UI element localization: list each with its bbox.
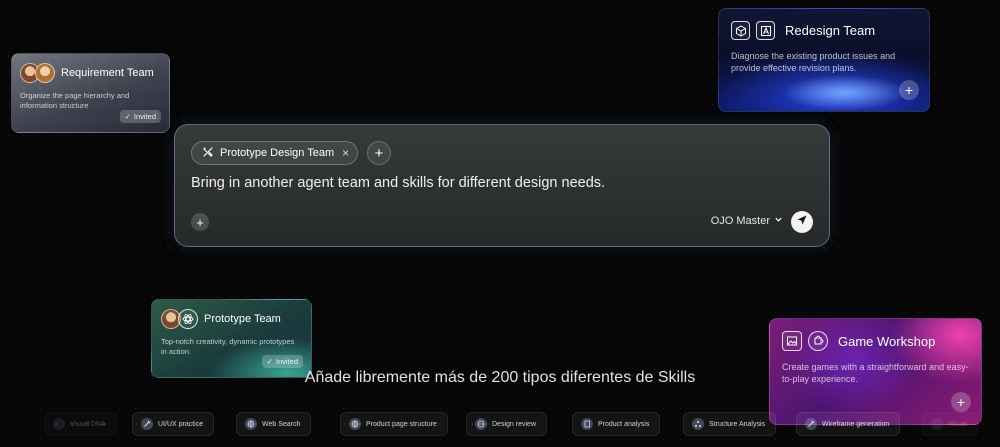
selected-team-chip[interactable]: Prototype Design Team × — [191, 141, 359, 165]
requirement-team-card[interactable]: Requirement Team Organize the page hiera… — [11, 53, 170, 133]
skill-label: Visual — [948, 420, 967, 428]
card-title: Requirement Team — [61, 67, 154, 79]
globe-icon — [349, 418, 361, 430]
card-header: Prototype Team — [161, 309, 302, 329]
redesign-team-card[interactable]: Redesign Team Diagnose the existing prod… — [718, 8, 930, 112]
card-title: Prototype Team — [204, 313, 281, 325]
skill-label: Web Search — [262, 420, 301, 428]
text-box-icon — [756, 21, 775, 40]
pencil-icon — [141, 418, 153, 430]
pencil-icon — [805, 418, 817, 430]
skill-chip[interactable]: Design review — [466, 412, 547, 436]
atom-icon — [178, 309, 198, 329]
invited-badge: ✓ Invited — [119, 110, 161, 123]
chip-label: Prototype Design Team — [220, 147, 335, 159]
check-icon: ✓ — [124, 112, 131, 121]
document-icon — [581, 418, 593, 430]
attach-button[interactable]: + — [191, 213, 209, 231]
skill-chip[interactable]: Product analysis — [572, 412, 661, 436]
skill-label: Wireframe generation — [822, 420, 890, 428]
card-header: Redesign Team — [731, 21, 917, 40]
add-agent-button[interactable]: + — [367, 141, 391, 165]
cube-icon — [731, 21, 750, 40]
chat-composer[interactable]: Prototype Design Team × + Bring in anoth… — [174, 124, 830, 247]
card-header: Requirement Team — [20, 63, 161, 83]
canvas: Requirement Team Organize the page hiera… — [0, 0, 1000, 447]
skill-chip[interactable]: Visual — [922, 412, 978, 436]
model-select[interactable]: OJO Master — [711, 215, 783, 227]
skill-label: Design review — [492, 420, 536, 428]
skill-chip[interactable]: UI/UX practice — [132, 412, 215, 436]
prototype-team-card[interactable]: Prototype Team Top-notch creativity, dyn… — [151, 299, 312, 378]
avatar — [35, 63, 55, 83]
add-team-button[interactable]: + — [899, 80, 919, 100]
badge-label: Invited — [275, 357, 298, 366]
skill-icon — [931, 418, 943, 430]
skill-label: Product page structure — [366, 420, 437, 428]
avatar-group — [161, 309, 198, 329]
invited-badge: ✓ Invited — [261, 355, 303, 368]
skill-chip[interactable]: Wireframe generation — [796, 412, 901, 436]
card-description: Organize the page hierarchy and informat… — [20, 91, 130, 111]
card-title: Redesign Team — [785, 23, 876, 38]
check-icon: ✓ — [266, 357, 273, 366]
skill-chip[interactable]: Web Search — [236, 412, 312, 436]
puzzle-icon — [808, 331, 828, 351]
skill-chip[interactable]: Product page structure — [340, 412, 448, 436]
skill-chip[interactable]: Structure Analysis — [683, 412, 777, 436]
card-title: Game Workshop — [838, 333, 936, 349]
globe-icon — [245, 418, 257, 430]
globe-icon — [475, 418, 487, 430]
close-icon[interactable]: × — [342, 146, 349, 160]
tools-icon — [202, 146, 214, 161]
skill-chip[interactable]: Visual DNA — [44, 412, 117, 436]
hierarchy-icon — [692, 418, 704, 430]
skills-row: Visual DNA UI/UX practice Web Search Pro… — [0, 412, 1000, 438]
chevron-down-icon — [774, 215, 783, 227]
avatar-group — [20, 63, 55, 83]
send-button[interactable] — [791, 211, 813, 233]
send-icon — [796, 213, 808, 231]
add-team-button[interactable]: + — [951, 392, 971, 412]
skill-icon — [53, 418, 65, 430]
image-icon — [782, 331, 802, 351]
card-description: Diagnose the existing product issues and… — [731, 51, 896, 74]
model-label: OJO Master — [710, 215, 770, 227]
badge-label: Invited — [133, 112, 156, 121]
skill-label: Product analysis — [598, 420, 650, 428]
skill-label: Structure Analysis — [709, 420, 766, 428]
card-header: Game Workshop — [782, 331, 969, 351]
skills-tagline: Añade libremente más de 200 tipos difere… — [304, 369, 696, 386]
skill-label: Visual DNA — [70, 420, 106, 428]
message-input[interactable]: Bring in another agent team and skills f… — [191, 175, 605, 191]
skill-label: UI/UX practice — [158, 420, 204, 428]
